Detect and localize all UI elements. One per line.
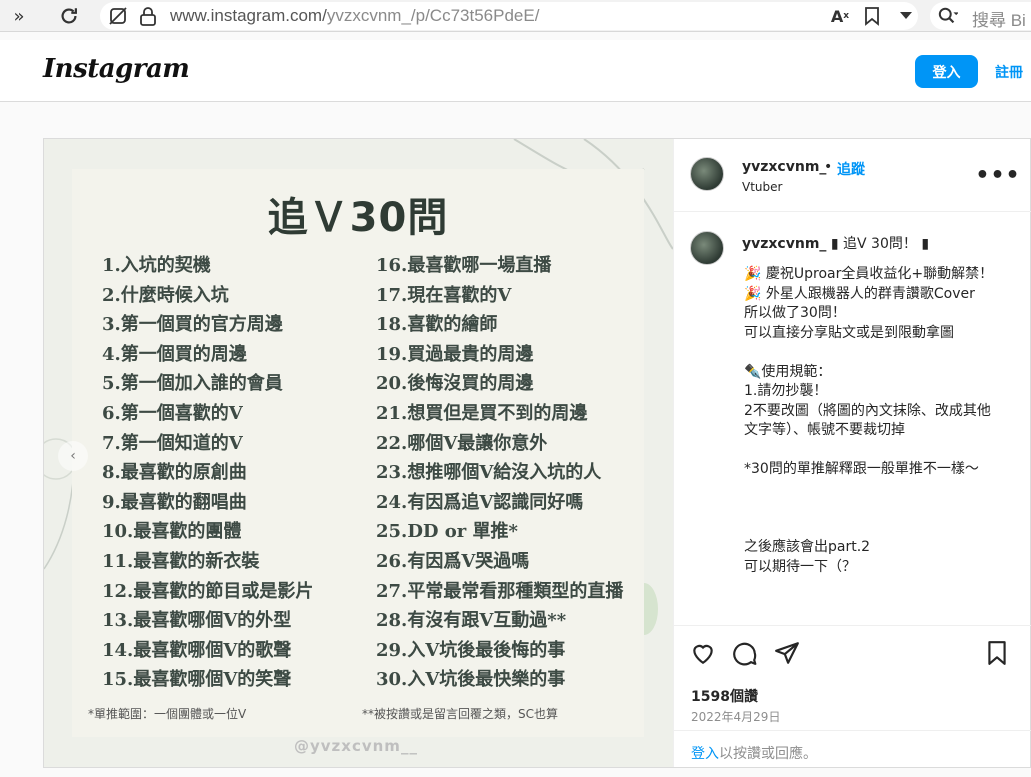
search-placeholder: 搜尋 Bi [972, 11, 1026, 30]
question-list-left: 1.入坑的契機 2.什麼時候入坑 3.第一個買的官方周邊 4.第一個買的周邊 5… [102, 251, 313, 695]
post-actions: 1598個讚 2022年4月29日 登入以按讚或回應。 [674, 625, 1031, 767]
question-item: 2.什麼時候入坑 [102, 284, 229, 306]
login-to-comment: 登入以按讚或回應。 [674, 730, 1031, 768]
question-item: 1.入坑的契機 [102, 255, 211, 276]
reload-icon[interactable] [52, 0, 86, 32]
carousel-prev-icon[interactable]: ‹ [58, 441, 88, 471]
question-item: 6.第一個喜歡的V [102, 402, 243, 424]
question-item: 17.現在喜歡的V [376, 284, 512, 306]
post-image[interactable]: 追Ｖ30問 1.入坑的契機 2.什麼時候入坑 3.第一個買的官方周邊 4.第一個… [44, 139, 673, 767]
translate-icon[interactable]: Ax [830, 6, 850, 26]
url-text: www.instagram.com/yvzxcvnm_/p/Cc73t56Pde… [170, 6, 540, 25]
question-item: 13.最喜歡哪個V的外型 [102, 610, 292, 632]
question-item: 25.DD or 單推* [376, 521, 518, 543]
question-item: 21.想買但是買不到的周邊 [376, 402, 588, 424]
address-bar[interactable]: www.instagram.com/yvzxcvnm_/p/Cc73t56Pde… [100, 2, 918, 30]
site-header: Instagram 登入 註冊 [0, 40, 1031, 102]
watermark: @yvzxcvnm__ [294, 737, 418, 755]
question-item: 18.喜歡的繪師 [376, 314, 498, 336]
caption-text: 🎉 慶祝Uproar全員收益化+聯動解禁！ 🎉 外星人跟機器人的群青讚歌Cove… [744, 266, 994, 575]
search-icon [938, 6, 958, 26]
chevrons-right-icon[interactable]: » [2, 0, 36, 32]
browser-toolbar: » www.instagram.com/yvzxcvnm_/p/Cc73t56P… [0, 0, 1031, 32]
signup-link[interactable]: 註冊 [995, 62, 1023, 82]
separator-dot: • [824, 159, 833, 175]
question-item: 20.後悔沒買的周邊 [376, 373, 534, 395]
question-item: 5.第一個加入誰的會員 [102, 373, 283, 395]
instagram-logo[interactable]: Instagram [43, 54, 190, 84]
question-item: 11.最喜歡的新衣裝 [102, 550, 260, 572]
question-item: 24.有因爲追V認識同好嗎 [376, 491, 584, 513]
caption-header: yvzxcvnm_ ▮ 追V 30問！ ▮ [742, 233, 929, 253]
lock-icon[interactable] [138, 6, 158, 26]
post-subtitle: Vtuber [742, 180, 783, 194]
question-list-right: 16.最喜歡哪一場直播 17.現在喜歡的V 18.喜歡的繪師 19.買過最貴的周… [376, 251, 623, 695]
question-item: 15.最喜歡哪個V的笑聲 [102, 669, 292, 691]
question-item: 8.最喜歡的原創曲 [102, 462, 247, 484]
question-item: 4.第一個買的周邊 [102, 343, 247, 365]
post-username[interactable]: yvzxcvnm_ [742, 159, 826, 175]
follow-button[interactable]: 追蹤 [837, 159, 865, 179]
question-item: 16.最喜歡哪一場直播 [376, 255, 552, 276]
question-item: 28.有沒有跟V互動過** [376, 610, 567, 632]
question-item: 26.有因爲V哭過嗎 [376, 550, 530, 572]
avatar[interactable] [690, 157, 724, 191]
more-options-icon[interactable]: ••• [975, 163, 1019, 188]
poster-title: 追Ｖ30問 [267, 195, 449, 241]
caption-first-line: ▮ 追V 30問！ ▮ [830, 236, 930, 252]
chevron-down-icon[interactable] [896, 6, 916, 26]
login-prompt-text: 以按讚或回應。 [719, 746, 817, 762]
post-card: 追Ｖ30問 1.入坑的契機 2.什麼時候入坑 3.第一個買的官方周邊 4.第一個… [43, 138, 1031, 768]
question-item: 27.平常最常看那種類型的直播 [376, 580, 624, 602]
footnote-right: **被按讚或是留言回覆之類，SC也算 [362, 707, 558, 721]
question-item: 10.最喜歡的團體 [102, 521, 242, 543]
comment-icon[interactable] [732, 640, 758, 666]
share-icon[interactable] [774, 640, 800, 666]
post-header: yvzxcvnm_ • 追蹤 Vtuber ••• [674, 139, 1031, 212]
caption-username[interactable]: yvzxcvnm_ [742, 236, 826, 252]
question-item: 29.入V坑後最後悔的事 [376, 639, 566, 661]
like-count[interactable]: 1598個讚 [691, 686, 758, 706]
login-button[interactable]: 登入 [915, 55, 978, 88]
question-item: 14.最喜歡哪個V的歌聲 [102, 639, 292, 661]
caption-scroll-area[interactable]: yvzxcvnm_ ▮ 追V 30問！ ▮ 🎉 慶祝Uproar全員收益化+聯動… [674, 213, 1031, 625]
poster: 追Ｖ30問 1.入坑的契機 2.什麼時候入坑 3.第一個買的官方周邊 4.第一個… [72, 169, 644, 737]
footnote-left: *單推範圍：一個團體或一位V [88, 707, 247, 721]
question-item: 19.買過最貴的周邊 [376, 343, 534, 365]
question-item: 23.想推哪個V給沒入坑的人 [376, 462, 602, 484]
question-item: 30.入V坑後最快樂的事 [376, 669, 566, 691]
post-sidebar: yvzxcvnm_ • 追蹤 Vtuber ••• yvzxcvnm_ ▮ 追V… [673, 139, 1031, 767]
question-item: 3.第一個買的官方周邊 [102, 314, 283, 336]
avatar[interactable] [690, 231, 724, 265]
save-icon[interactable] [984, 640, 1010, 666]
browser-search-box[interactable]: 搜尋 Bi [930, 2, 1031, 30]
heart-icon[interactable] [690, 640, 716, 666]
question-item: 22.哪個V最讓你意外 [376, 432, 548, 454]
tracking-protection-icon[interactable] [108, 6, 128, 26]
login-link[interactable]: 登入 [691, 746, 719, 762]
post-date[interactable]: 2022年4月29日 [691, 708, 780, 725]
bookmark-icon[interactable] [862, 6, 882, 26]
question-item: 12.最喜歡的節目或是影片 [102, 580, 314, 602]
question-item: 7.第一個知道的V [102, 432, 243, 454]
question-item: 9.最喜歡的翻唱曲 [102, 491, 247, 513]
